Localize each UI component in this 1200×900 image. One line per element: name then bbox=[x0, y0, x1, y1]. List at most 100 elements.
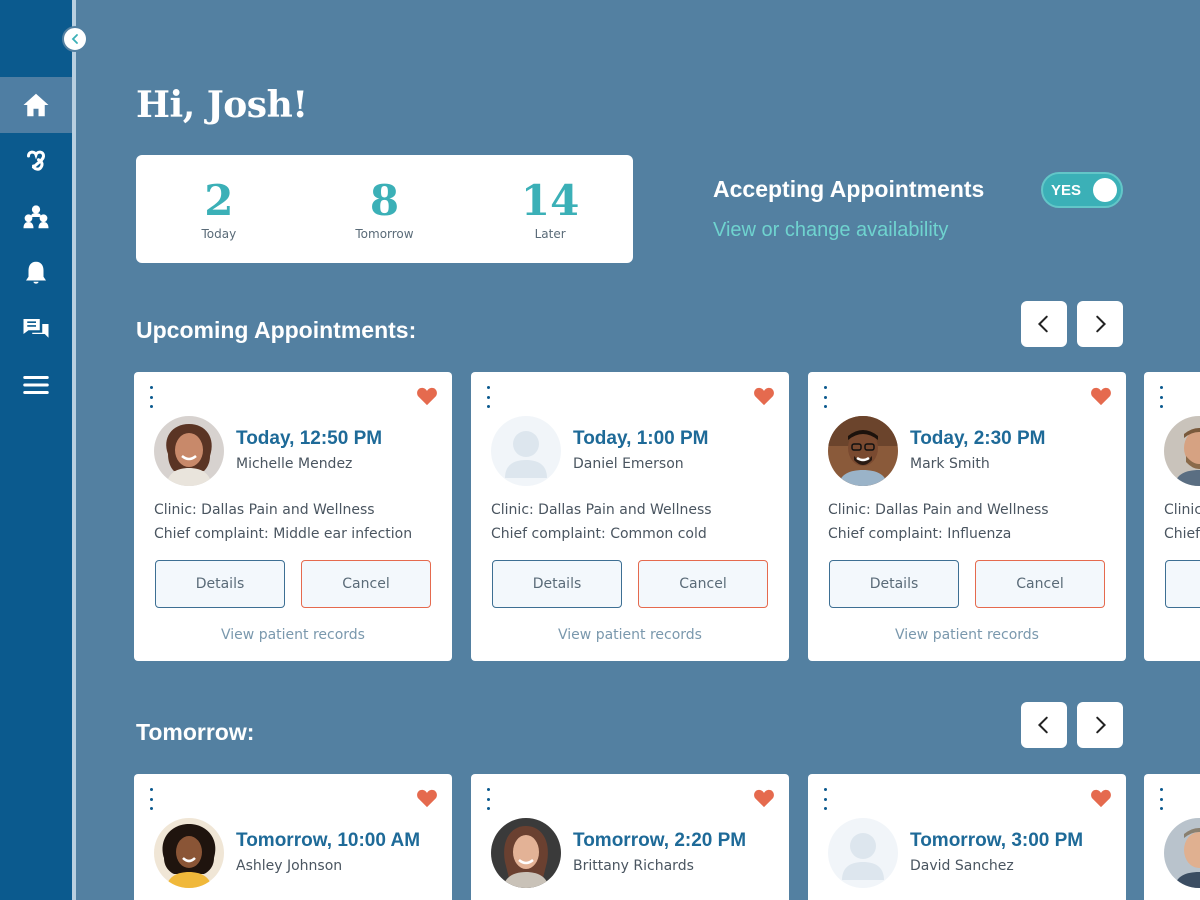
stat-label: Later bbox=[534, 227, 566, 241]
link-icon bbox=[27, 150, 46, 171]
stat-value: 8 bbox=[369, 176, 400, 225]
appointment-card: Today, 12:50 PM Michelle Mendez Clinic: … bbox=[134, 372, 452, 661]
toggle-label: YES bbox=[1051, 182, 1082, 199]
patient-avatar bbox=[1164, 818, 1200, 888]
clinic-name: Clinic bbox=[1164, 502, 1200, 518]
more-options-icon[interactable] bbox=[146, 386, 156, 408]
appointment-time: Tomorrow, 2:20 PM bbox=[573, 830, 747, 851]
chevron-right-icon bbox=[1096, 315, 1107, 333]
patient-avatar bbox=[154, 416, 224, 486]
nav-referrals[interactable] bbox=[0, 133, 72, 189]
greeting: Hi, Josh! bbox=[136, 84, 308, 126]
details-button[interactable]: Details bbox=[492, 560, 622, 608]
sidebar-divider bbox=[72, 0, 76, 900]
upcoming-next-button[interactable] bbox=[1077, 301, 1123, 347]
people-icon bbox=[23, 205, 49, 229]
cancel-button[interactable]: Cancel bbox=[975, 560, 1105, 608]
chief-complaint: Chief complaint: Influenza bbox=[828, 526, 1012, 542]
chief-complaint: Chief complaint: Middle ear infection bbox=[154, 526, 413, 542]
nav-menu[interactable] bbox=[0, 357, 72, 413]
heart-icon[interactable] bbox=[753, 788, 775, 808]
appointment-card: Today, 2:30 PM Mark Smith Clinic: Dallas… bbox=[808, 372, 1126, 661]
appointment-time: Today, 1:00 PM bbox=[573, 428, 709, 449]
patient-avatar bbox=[828, 416, 898, 486]
heart-icon[interactable] bbox=[753, 386, 775, 406]
heart-icon[interactable] bbox=[416, 788, 438, 808]
view-patient-records-link[interactable]: View patient records bbox=[471, 627, 789, 643]
appointment-card-partial bbox=[1144, 774, 1200, 900]
nav-messages[interactable] bbox=[0, 301, 72, 357]
appointment-stats-card: 2 Today 8 Tomorrow 14 Later bbox=[136, 155, 633, 263]
chat-icon bbox=[23, 319, 49, 338]
patient-name: Mark Smith bbox=[910, 456, 990, 472]
nav-patients[interactable] bbox=[0, 189, 72, 245]
patient-avatar bbox=[491, 818, 561, 888]
chief-complaint: Chief complaint: Common cold bbox=[491, 526, 707, 542]
details-button[interactable] bbox=[1165, 560, 1200, 608]
appointment-card: Tomorrow, 10:00 AM Ashley Johnson bbox=[134, 774, 452, 900]
patient-avatar-placeholder bbox=[491, 416, 561, 486]
patient-avatar bbox=[1164, 416, 1200, 486]
chevron-right-icon bbox=[1096, 716, 1107, 734]
appointment-time: Today, 12:50 PM bbox=[236, 428, 383, 449]
view-patient-records-link[interactable]: View patient records bbox=[808, 627, 1126, 643]
clinic-name: Clinic: Dallas Pain and Wellness bbox=[154, 502, 375, 518]
heart-icon[interactable] bbox=[1090, 788, 1112, 808]
cancel-button[interactable]: Cancel bbox=[301, 560, 431, 608]
change-availability-link[interactable]: View or change availability bbox=[713, 219, 948, 242]
toggle-knob bbox=[1093, 178, 1117, 202]
view-patient-records-link[interactable]: View patient records bbox=[134, 627, 452, 643]
stat-value: 2 bbox=[204, 176, 234, 225]
appointment-card: Today, 1:00 PM Daniel Emerson Clinic: Da… bbox=[471, 372, 789, 661]
more-options-icon[interactable] bbox=[1156, 386, 1166, 408]
appointment-card: Tomorrow, 2:20 PM Brittany Richards bbox=[471, 774, 789, 900]
chief-complaint: Chief bbox=[1164, 526, 1200, 542]
patient-name: Michelle Mendez bbox=[236, 456, 353, 472]
patient-name: Brittany Richards bbox=[573, 858, 694, 874]
cancel-button[interactable]: Cancel bbox=[638, 560, 768, 608]
tomorrow-prev-button[interactable] bbox=[1021, 702, 1067, 748]
more-options-icon[interactable] bbox=[1156, 788, 1166, 810]
menu-icon bbox=[23, 376, 49, 394]
chevron-left-icon bbox=[1037, 716, 1048, 734]
more-options-icon[interactable] bbox=[146, 788, 156, 810]
stat-today[interactable]: 2 Today bbox=[159, 176, 279, 242]
details-button[interactable]: Details bbox=[829, 560, 959, 608]
accepting-appointments-title: Accepting Appointments bbox=[713, 176, 985, 202]
heart-icon[interactable] bbox=[416, 386, 438, 406]
stat-later[interactable]: 14 Later bbox=[490, 176, 610, 242]
appointment-time: Tomorrow, 10:00 AM bbox=[236, 830, 421, 851]
bell-icon bbox=[26, 261, 46, 284]
patient-name: David Sanchez bbox=[910, 858, 1014, 874]
patient-name: Daniel Emerson bbox=[573, 456, 684, 472]
details-button[interactable]: Details bbox=[155, 560, 285, 608]
clinic-name: Clinic: Dallas Pain and Wellness bbox=[828, 502, 1049, 518]
stat-label: Tomorrow bbox=[355, 227, 414, 241]
nav-notifications[interactable] bbox=[0, 245, 72, 301]
stat-value: 14 bbox=[520, 176, 580, 225]
more-options-icon[interactable] bbox=[820, 386, 830, 408]
patient-avatar bbox=[154, 818, 224, 888]
appointment-time: Tomorrow, 3:00 PM bbox=[910, 830, 1084, 851]
upcoming-prev-button[interactable] bbox=[1021, 301, 1067, 347]
collapse-sidebar-button[interactable] bbox=[62, 26, 88, 52]
patient-avatar-placeholder bbox=[828, 818, 898, 888]
upcoming-appointments-title: Upcoming Appointments: bbox=[136, 317, 417, 343]
chevron-left-icon bbox=[1037, 315, 1048, 333]
nav-home[interactable] bbox=[0, 77, 72, 133]
tomorrow-title: Tomorrow: bbox=[136, 719, 255, 745]
more-options-icon[interactable] bbox=[483, 386, 493, 408]
appointment-card: Tomorrow, 3:00 PM David Sanchez bbox=[808, 774, 1126, 900]
accepting-appointments-toggle[interactable]: YES bbox=[1041, 172, 1123, 208]
more-options-icon[interactable] bbox=[820, 788, 830, 810]
heart-icon[interactable] bbox=[1090, 386, 1112, 406]
sidebar bbox=[0, 0, 72, 900]
stat-label: Today bbox=[201, 227, 237, 241]
tomorrow-next-button[interactable] bbox=[1077, 702, 1123, 748]
appointment-card-partial: Clinic Chief bbox=[1144, 372, 1200, 661]
chevron-left-icon bbox=[71, 34, 78, 44]
more-options-icon[interactable] bbox=[483, 788, 493, 810]
home-icon bbox=[23, 93, 49, 117]
patient-name: Ashley Johnson bbox=[236, 858, 343, 874]
stat-tomorrow[interactable]: 8 Tomorrow bbox=[324, 176, 444, 242]
